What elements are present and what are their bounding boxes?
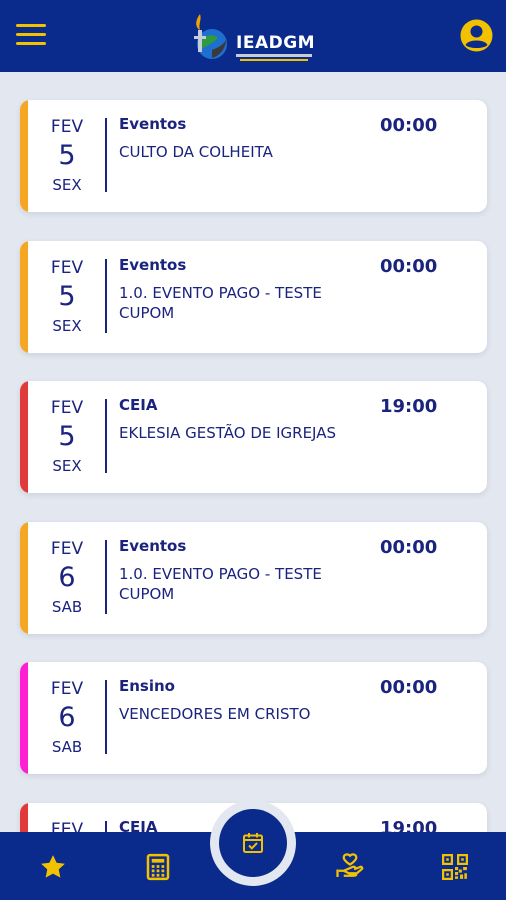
category-color-bar	[20, 381, 28, 493]
event-weekday: SEX	[52, 457, 82, 475]
event-weekday: SEX	[52, 176, 82, 194]
divider	[105, 399, 107, 473]
event-card[interactable]: FEV 6 SAB Ensino VENCEDORES EM CRISTO 00…	[20, 662, 487, 774]
qr-code-icon[interactable]	[440, 852, 470, 882]
calendar-check-icon[interactable]	[219, 809, 287, 877]
event-category: CEIA	[119, 396, 158, 414]
event-title: 1.0. EVENTO PAGO - TESTE CUPOM	[119, 565, 322, 603]
event-month: FEV	[50, 117, 84, 137]
logo-tagline	[236, 54, 312, 57]
event-card[interactable]: FEV 6 SAB Eventos 1.0. EVENTO PAGO - TES…	[20, 522, 487, 634]
event-weekday: SEX	[52, 317, 82, 335]
event-category: Ensino	[119, 677, 175, 695]
event-day: 5	[58, 140, 76, 171]
event-time: 19:00	[380, 818, 438, 832]
event-date: FEV	[28, 819, 106, 832]
event-time: 00:00	[380, 115, 438, 136]
event-category: Eventos	[119, 256, 187, 274]
calculator-icon[interactable]	[143, 852, 173, 882]
category-color-bar	[20, 522, 28, 634]
divider	[105, 821, 107, 832]
category-color-bar	[20, 100, 28, 212]
event-title: EKLESIA GESTÃO DE IGREJAS	[119, 424, 337, 442]
event-month: FEV	[50, 398, 84, 418]
app-logo: IEADGM	[188, 12, 328, 62]
event-time: 19:00	[380, 396, 438, 417]
logo-emblem-icon	[194, 14, 227, 59]
event-day: 5	[58, 421, 76, 452]
event-month: FEV	[50, 820, 84, 832]
event-title: 1.0. EVENTO PAGO - TESTE CUPOM	[119, 284, 322, 322]
event-card[interactable]: FEV 5 SEX CEIA EKLESIA GESTÃO DE IGREJAS…	[20, 381, 487, 493]
event-date: FEV 6 SAB	[28, 678, 106, 758]
menu-icon[interactable]	[16, 24, 46, 46]
category-color-bar	[20, 803, 28, 832]
event-date: FEV 5 SEX	[28, 257, 106, 337]
event-date: FEV 5 SEX	[28, 397, 106, 477]
app-header: IEADGM	[0, 0, 506, 72]
event-category: Eventos	[119, 115, 187, 133]
event-weekday: SAB	[51, 738, 83, 756]
category-color-bar	[20, 241, 28, 353]
event-list[interactable]: FEV 5 SEX Eventos CULTO DA COLHEITA 00:0…	[0, 72, 506, 832]
calendar-check-glyph	[243, 833, 263, 853]
event-day: 6	[58, 562, 76, 593]
event-date: FEV 5 SEX	[28, 116, 106, 196]
divider	[105, 259, 107, 333]
event-date: FEV 6 SAB	[28, 538, 106, 618]
event-card[interactable]: FEV 5 SEX Eventos 1.0. EVENTO PAGO - TES…	[20, 241, 487, 353]
event-month: FEV	[50, 258, 84, 278]
logo-tagline-accent	[240, 59, 308, 61]
event-time: 00:00	[380, 537, 438, 558]
event-day: 5	[58, 281, 76, 312]
category-color-bar	[20, 662, 28, 774]
logo-text: IEADGM	[236, 33, 316, 53]
event-month: FEV	[50, 679, 84, 699]
star-icon[interactable]	[38, 852, 68, 882]
account-circle-icon[interactable]	[460, 19, 493, 52]
event-time: 00:00	[380, 256, 438, 277]
divider	[105, 118, 107, 192]
event-category: Eventos	[119, 537, 187, 555]
event-time: 00:00	[380, 677, 438, 698]
event-title: CULTO DA COLHEITA	[119, 143, 273, 161]
event-weekday: SAB	[51, 598, 83, 616]
event-category: CEIA	[119, 818, 158, 832]
event-day: 6	[58, 702, 76, 733]
divider	[105, 680, 107, 754]
hand-heart-icon[interactable]	[335, 852, 365, 882]
divider	[105, 540, 107, 614]
event-title: VENCEDORES EM CRISTO	[119, 705, 311, 723]
event-card[interactable]: FEV 5 SEX Eventos CULTO DA COLHEITA 00:0…	[20, 100, 487, 212]
event-month: FEV	[50, 539, 84, 559]
